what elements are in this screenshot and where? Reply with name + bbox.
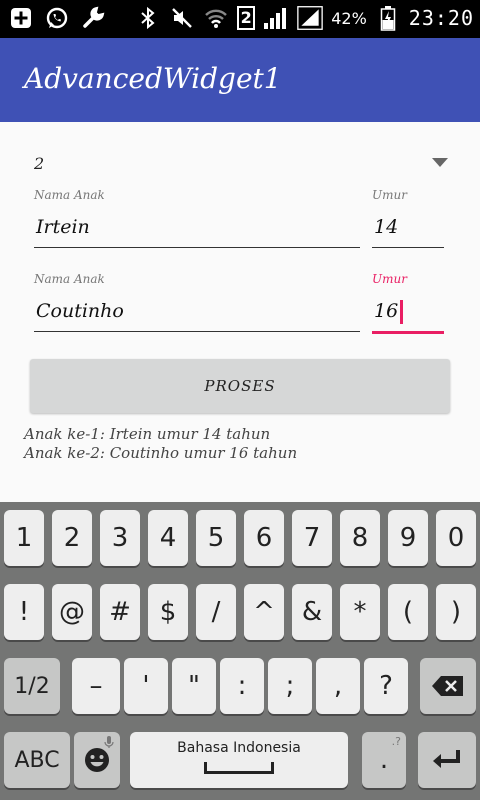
key-period-hint: .? (391, 735, 401, 748)
signal-icon (263, 5, 289, 31)
key-8[interactable]: 8 (340, 510, 380, 566)
battery-charging-icon (375, 5, 401, 31)
dropdown-arrow-icon (432, 158, 448, 167)
keyboard-row-bottom: ABC Bahasa Indonesia .? . (0, 732, 480, 798)
age-value-2-text: 16 (374, 300, 399, 322)
key-3[interactable]: 3 (100, 510, 140, 566)
wifi-icon (203, 5, 229, 31)
key-at[interactable]: @ (52, 584, 92, 640)
key-asterisk[interactable]: * (340, 584, 380, 640)
key-7[interactable]: 7 (292, 510, 332, 566)
key-colon[interactable]: : (220, 658, 264, 714)
mic-icon (104, 736, 114, 748)
key-question[interactable]: ? (364, 658, 408, 714)
age-underline-2 (372, 331, 444, 334)
key-9[interactable]: 9 (388, 510, 428, 566)
app-bar: AdvancedWidget1 (0, 38, 480, 122)
key-comma[interactable]: , (316, 658, 360, 714)
battery-percent: 42% (331, 8, 367, 28)
status-bar: 2 42% 23:20 (0, 0, 480, 38)
result-line-1: Anak ke-1: Irtein umur 14 tahun (24, 425, 271, 443)
name-value-1: Irtein (36, 216, 90, 238)
keyboard-row-symbols: ! @ # $ / ^ & * ( ) (0, 584, 480, 650)
key-5[interactable]: 5 (196, 510, 236, 566)
sim-indicator: 2 (237, 6, 256, 30)
age-label-1: Umur (372, 188, 407, 202)
name-label-1: Nama Anak (34, 188, 105, 202)
age-value-1: 14 (374, 216, 399, 238)
emoji-icon (85, 748, 109, 772)
signal-icon (297, 5, 324, 31)
bluetooth-icon (135, 5, 161, 31)
result-text: Anak ke-1: Irtein umur 14 tahun Anak ke-… (24, 425, 297, 463)
name-underline-1 (34, 247, 360, 248)
key-semicolon[interactable]: ; (268, 658, 312, 714)
backspace-icon (432, 676, 463, 696)
text-cursor (400, 300, 404, 324)
space-language-label: Bahasa Indonesia (177, 740, 301, 756)
key-4[interactable]: 4 (148, 510, 188, 566)
spinner-value: 2 (34, 154, 45, 173)
key-emoji[interactable] (74, 732, 120, 788)
key-apostrophe[interactable]: ' (124, 658, 168, 714)
key-paren-open[interactable]: ( (388, 584, 428, 640)
soft-keyboard: 1 2 3 4 5 6 7 8 9 0 ! @ # $ / ^ & * ( ) … (0, 502, 480, 800)
child-count-spinner[interactable]: 2 (34, 150, 450, 180)
key-6[interactable]: 6 (244, 510, 284, 566)
key-abc[interactable]: ABC (4, 732, 70, 788)
app-title: AdvancedWidget1 (24, 62, 282, 95)
key-space[interactable]: Bahasa Indonesia (130, 732, 348, 788)
key-hash[interactable]: # (100, 584, 140, 640)
mute-icon (169, 5, 195, 31)
keyboard-row-punct: 1/2 – ' " : ; , ? (0, 658, 480, 724)
clock: 23:20 (408, 6, 474, 30)
name-underline-2 (34, 331, 360, 332)
key-0[interactable]: 0 (436, 510, 476, 566)
key-dollar[interactable]: $ (148, 584, 188, 640)
age-value-2: 16 (374, 300, 404, 324)
key-enter[interactable] (418, 732, 476, 788)
age-underline-1 (372, 247, 444, 248)
age-label-2: Umur (372, 272, 407, 286)
key-paren-close[interactable]: ) (436, 584, 476, 640)
name-label-2: Nama Anak (34, 272, 105, 286)
key-ampersand[interactable]: & (292, 584, 332, 640)
proses-button[interactable]: PROSES (30, 359, 450, 413)
enter-icon (433, 750, 460, 768)
key-dash[interactable]: – (72, 658, 120, 714)
key-slash[interactable]: / (196, 584, 236, 640)
age-field-1[interactable]: Umur 14 (372, 188, 444, 248)
result-line-2: Anak ke-2: Coutinho umur 16 tahun (24, 444, 298, 462)
name-value-2: Coutinho (36, 300, 124, 322)
key-1[interactable]: 1 (4, 510, 44, 566)
main-content: 2 Nama Anak Irtein Umur 14 Nama Anak Cou… (0, 122, 480, 502)
key-quote[interactable]: " (172, 658, 216, 714)
key-caret[interactable]: ^ (244, 584, 284, 640)
key-backspace[interactable] (420, 658, 476, 714)
wrench-icon (80, 5, 106, 31)
key-page-toggle[interactable]: 1/2 (4, 658, 60, 714)
key-period[interactable]: .? . (362, 732, 406, 788)
age-field-2[interactable]: Umur 16 (372, 272, 444, 334)
key-exclamation[interactable]: ! (4, 584, 44, 640)
whatsapp-icon (44, 5, 70, 31)
name-field-2[interactable]: Nama Anak Coutinho (34, 272, 360, 332)
keyboard-row-numbers: 1 2 3 4 5 6 7 8 9 0 (0, 510, 480, 576)
name-field-1[interactable]: Nama Anak Irtein (34, 188, 360, 248)
space-bar-icon (204, 762, 274, 774)
plus-box-icon (8, 5, 34, 31)
key-period-label: . (379, 745, 389, 775)
key-2[interactable]: 2 (52, 510, 92, 566)
